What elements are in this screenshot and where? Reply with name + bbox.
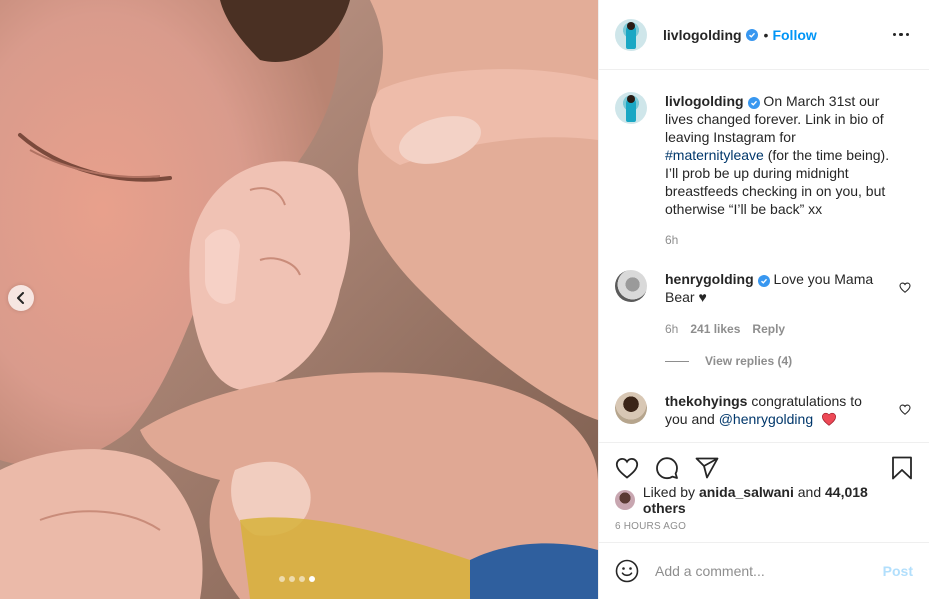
verified-badge-icon [745,28,758,41]
caption: livlogolding On March 31st our lives cha… [615,92,913,249]
liked-by-user[interactable]: anida_salwani [699,484,794,500]
likes-summary: Liked by anida_salwani and 44,018 others [599,484,929,516]
comment-input[interactable] [655,563,883,579]
comment-username[interactable]: henrygolding [665,271,754,287]
avatar[interactable] [615,270,647,302]
chevron-left-icon [17,292,24,304]
smiley-icon [615,559,639,583]
post-timestamp[interactable]: 6 HOURS AGO [599,521,929,532]
header-username[interactable]: livlogolding [663,27,742,43]
carousel-dot [299,576,305,582]
liked-by-and: and [793,484,826,500]
comment-time[interactable]: 6h [665,320,678,338]
avatar[interactable] [615,490,635,510]
caption-username[interactable]: livlogolding [665,93,744,109]
red-heart-emoji-icon [821,412,837,426]
post-photo [0,0,598,599]
comments-list[interactable]: livlogolding On March 31st our lives cha… [599,70,929,442]
carousel-prev-button[interactable] [8,285,34,311]
follow-button[interactable]: Follow [772,27,816,43]
carousel-dot-active [309,576,315,582]
heart-outline-icon [899,282,911,293]
carousel-dot [279,576,285,582]
hashtag-link[interactable]: #maternityleave [665,147,764,163]
reply-button[interactable]: Reply [752,320,785,338]
post-comment-button[interactable]: Post [883,563,913,579]
more-options-button[interactable] [889,29,914,41]
separator: • [763,26,769,43]
add-comment-bar: Post [599,542,929,599]
verified-badge-icon [747,97,760,109]
view-replies-button[interactable]: View replies (4) [665,354,792,368]
heart-outline-icon [899,404,911,415]
avatar[interactable] [615,92,647,124]
view-replies-label: View replies (4) [705,354,793,368]
carousel-indicator [279,576,315,582]
comment-like-button[interactable] [899,402,911,418]
more-horizontal-icon [892,32,896,37]
paper-plane-icon [695,457,719,479]
mention-link[interactable]: @henrygolding [719,411,813,427]
post-actions-section: Liked by anida_salwani and 44,018 others… [599,442,929,532]
photo-scene [0,0,598,599]
save-button[interactable] [891,456,913,480]
comment-item: thekohyings congratulations to you and @… [615,392,913,428]
post-header: livlogolding • Follow [599,0,929,70]
comment-button[interactable] [655,456,679,480]
verified-badge-icon [757,275,770,287]
carousel-dot [289,576,295,582]
avatar[interactable] [615,392,647,424]
comment-username[interactable]: thekohyings [665,393,747,409]
emoji-picker-button[interactable] [615,559,639,583]
comment-item: henrygolding Love you Mama Bear ♥ 6h 241… [615,270,913,338]
liked-by-prefix: Liked by [642,484,699,500]
comment-like-button[interactable] [899,280,911,296]
comment-likes[interactable]: 241 likes [690,320,740,338]
divider [665,360,689,362]
bookmark-icon [892,456,912,480]
like-button[interactable] [615,457,639,479]
avatar[interactable] [615,18,647,51]
caption-time[interactable]: 6h [665,231,678,249]
share-button[interactable] [695,457,719,479]
post-details-panel: livlogolding • Follow livlogolding On Ma… [598,0,929,599]
comment-bubble-icon [656,457,678,480]
heart-outline-icon [615,457,639,479]
